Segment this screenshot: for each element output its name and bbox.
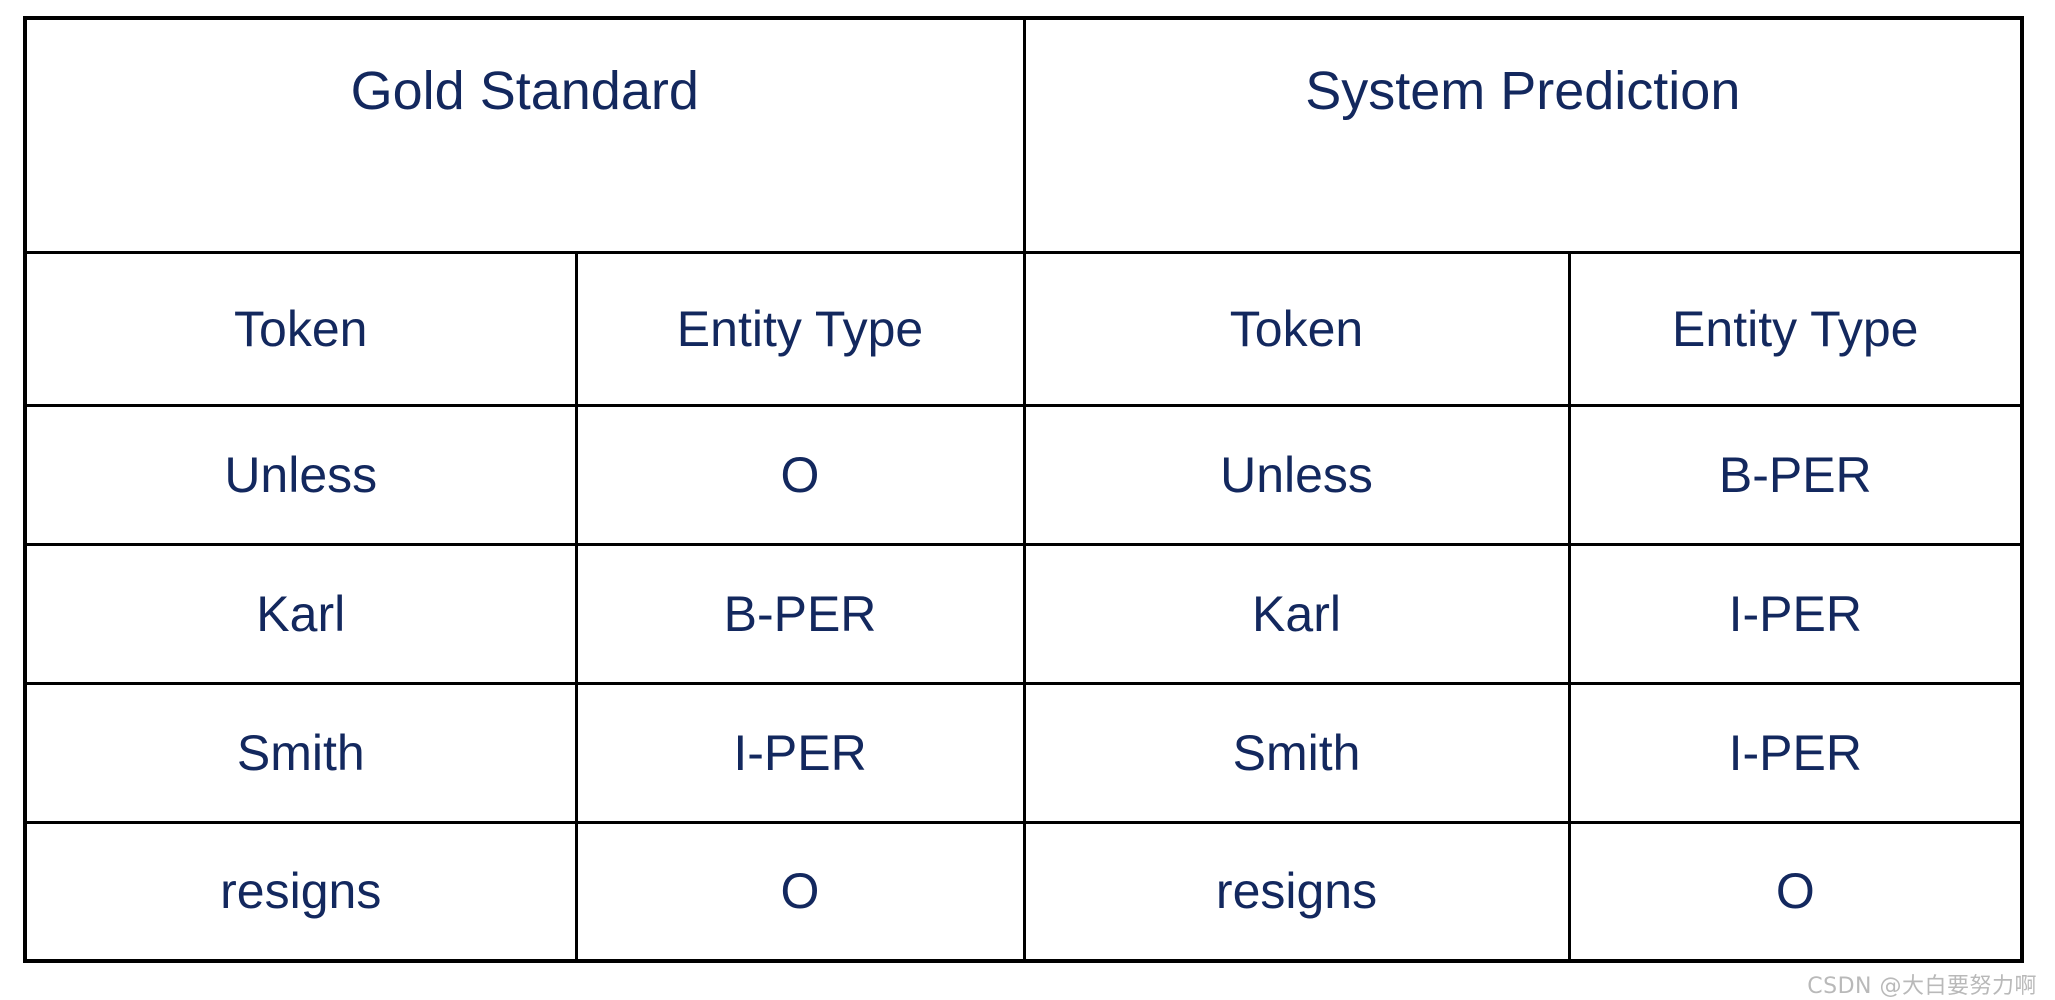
cell-gold-entity-type: O bbox=[574, 403, 1026, 546]
group-header-row: Gold Standard System Prediction bbox=[23, 16, 2024, 254]
column-header-gold-token: Token bbox=[23, 250, 578, 407]
table-row: resigns O resigns O bbox=[23, 820, 2024, 963]
table-body: Unless O Unless B-PER Karl B-PER Karl I-… bbox=[23, 403, 2024, 963]
page-root: Gold Standard System Prediction Token En… bbox=[0, 0, 2055, 1000]
column-header-row: Token Entity Type Token Entity Type bbox=[23, 250, 2024, 407]
cell-pred-entity-type: B-PER bbox=[1567, 403, 2024, 546]
table-row: Smith I-PER Smith I-PER bbox=[23, 681, 2024, 824]
group-header-gold-standard: Gold Standard bbox=[23, 16, 1026, 254]
column-header-gold-entity-type: Entity Type bbox=[574, 250, 1026, 407]
cell-pred-token: Smith bbox=[1022, 681, 1571, 824]
table-row: Unless O Unless B-PER bbox=[23, 403, 2024, 546]
cell-gold-token: resigns bbox=[23, 820, 578, 963]
cell-gold-token: Unless bbox=[23, 403, 578, 546]
cell-pred-token: Karl bbox=[1022, 542, 1571, 685]
cell-gold-entity-type: O bbox=[574, 820, 1026, 963]
cell-gold-entity-type: B-PER bbox=[574, 542, 1026, 685]
cell-gold-entity-type: I-PER bbox=[574, 681, 1026, 824]
cell-pred-entity-type: I-PER bbox=[1567, 681, 2024, 824]
cell-pred-entity-type: O bbox=[1567, 820, 2024, 963]
ner-comparison-table: Gold Standard System Prediction Token En… bbox=[23, 16, 2025, 963]
cell-gold-token: Smith bbox=[23, 681, 578, 824]
column-header-pred-entity-type: Entity Type bbox=[1567, 250, 2024, 407]
column-header-pred-token: Token bbox=[1022, 250, 1571, 407]
ner-comparison-table-wrapper: Gold Standard System Prediction Token En… bbox=[23, 16, 2025, 963]
table-head: Gold Standard System Prediction Token En… bbox=[23, 16, 2024, 407]
table-row: Karl B-PER Karl I-PER bbox=[23, 542, 2024, 685]
cell-pred-entity-type: I-PER bbox=[1567, 542, 2024, 685]
group-header-system-prediction: System Prediction bbox=[1022, 16, 2024, 254]
cell-pred-token: Unless bbox=[1022, 403, 1571, 546]
csdn-watermark: CSDN @大白要努力啊 bbox=[1807, 974, 2037, 999]
cell-pred-token: resigns bbox=[1022, 820, 1571, 963]
cell-gold-token: Karl bbox=[23, 542, 578, 685]
